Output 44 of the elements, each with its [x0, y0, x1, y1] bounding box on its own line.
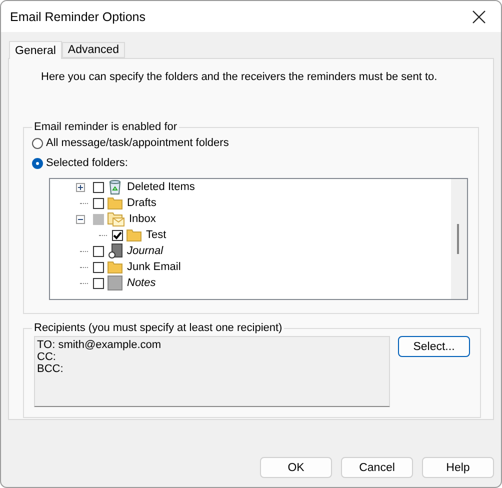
dialog-button[interactable]: OK [260, 457, 332, 478]
trash-bin-icon [107, 179, 123, 195]
intro-text: Here you can specify the folders and the receivers the reminders must be sent to. [41, 71, 438, 85]
recipient-line: TO: smith@example.com [37, 339, 162, 351]
recipient-line: BCC: [37, 363, 64, 375]
folder-icon [126, 228, 142, 242]
folder-label[interactable]: Test [146, 229, 166, 241]
folder-label[interactable]: Deleted Items [127, 181, 195, 193]
radio-option[interactable]: Selected folders: [32, 153, 468, 173]
mail-folder-icon [107, 211, 125, 227]
checkbox[interactable] [112, 230, 123, 240]
group-title: Email reminder is enabled for [33, 121, 178, 133]
journal-icon [107, 243, 123, 259]
folder-icon [107, 196, 123, 210]
checkbox[interactable] [93, 198, 104, 208]
scrollbar[interactable] [451, 179, 467, 299]
note-icon [107, 275, 123, 291]
dialog-button[interactable]: Help [422, 457, 494, 478]
close-icon[interactable] [472, 10, 486, 24]
tab[interactable]: Advanced [62, 42, 126, 58]
group-title: Recipients (you must specify at least one recipient) [33, 322, 284, 334]
radio-label: All message/task/appointment folders [46, 137, 229, 149]
select-button[interactable]: Select... [398, 336, 470, 357]
radio-icon[interactable] [32, 138, 43, 148]
radio-icon[interactable] [32, 158, 43, 168]
collapse-icon[interactable] [76, 214, 85, 224]
folder-label[interactable]: Junk Email [127, 261, 181, 273]
recipient-line: CC: [37, 351, 57, 363]
radio-option[interactable]: All message/task/appointment folders [32, 133, 468, 153]
checkbox[interactable] [93, 278, 104, 288]
folder-label[interactable]: Drafts [127, 197, 156, 209]
folder-label[interactable]: Inbox [129, 213, 156, 225]
folder-label[interactable]: Journal [127, 245, 164, 257]
checkbox[interactable] [93, 182, 104, 192]
window-title: Email Reminder Options [10, 10, 146, 24]
expand-icon[interactable] [76, 182, 85, 192]
checkbox[interactable] [93, 214, 104, 224]
tab[interactable]: General [9, 41, 62, 59]
radio-label: Selected folders: [46, 157, 128, 169]
checkbox[interactable] [93, 262, 104, 272]
folder-label[interactable]: Notes [127, 277, 156, 289]
dialog-button[interactable]: Cancel [341, 457, 413, 478]
checkbox[interactable] [93, 246, 104, 256]
folder-icon [107, 260, 123, 274]
